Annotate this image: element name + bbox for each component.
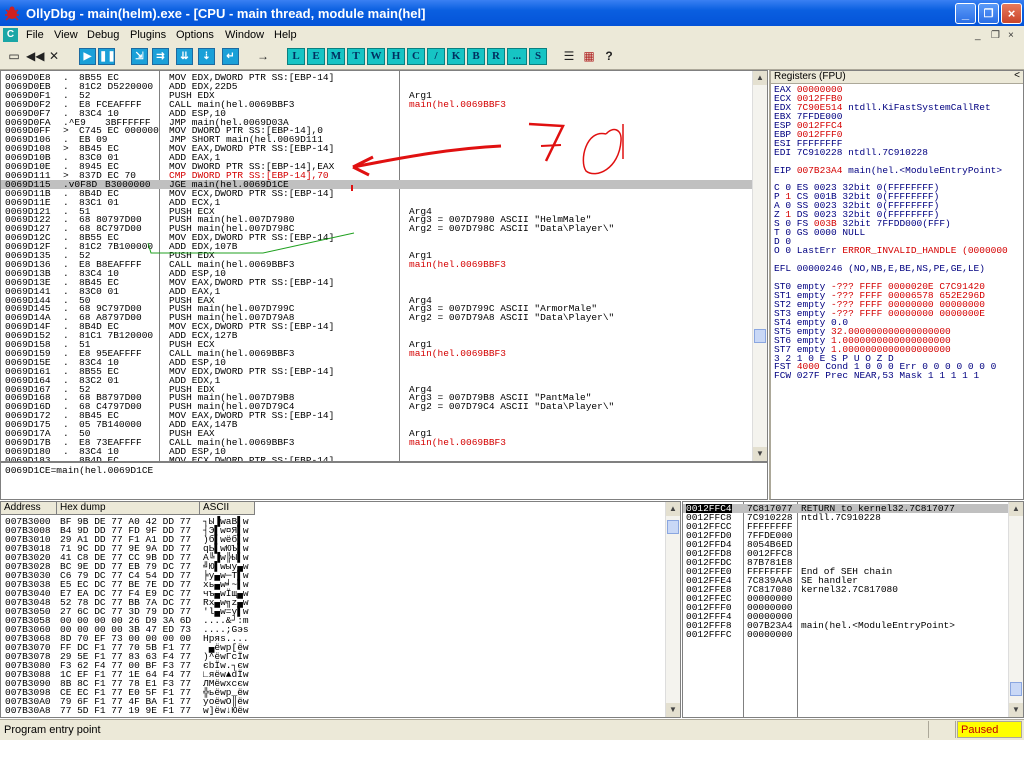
collapse-icon[interactable]: < xyxy=(1014,71,1020,81)
menu-view[interactable]: View xyxy=(54,29,78,41)
register-changed-value: ERROR_INVALID_HANDLE (0000000 xyxy=(842,245,1008,257)
stack-comment: ntdll.7C910228 xyxy=(801,512,881,523)
minimize-button[interactable]: _ xyxy=(955,3,976,24)
stack-row[interactable]: 0012FFD8 0012FFC8 xyxy=(683,549,1010,559)
title-bar[interactable]: OllyDbg - main(helm).exe - [CPU - main t… xyxy=(0,0,1024,26)
stack-comment: main(hel.<ModuleEntryPoint> xyxy=(801,620,955,631)
call-stack-window-button[interactable]: K xyxy=(447,48,465,65)
stack-row[interactable]: 0012FFC8 7C910228 ntdll.7C910228 xyxy=(683,512,1010,523)
log-window-button[interactable]: L xyxy=(287,48,305,65)
status-bar: Program entry point Paused xyxy=(0,719,1024,740)
info-line: 0069D1CE=main(hel.0069D1CE xyxy=(5,465,154,476)
dump-scrollbar[interactable]: ▲ ▼ xyxy=(665,502,680,717)
dump-header-hex[interactable]: Hex dump xyxy=(57,502,200,515)
patches-window-button[interactable]: / xyxy=(427,48,445,65)
register-line: EDI 7C910228 ntdll.7C910228 xyxy=(774,146,928,158)
registers-pane[interactable]: Registers (FPU) < EAX 00000000 ECX 0012FF… xyxy=(769,70,1024,500)
dump-ascii: w]ёw↓Юёw xyxy=(203,705,249,716)
modules-window-button[interactable]: E xyxy=(307,48,325,65)
mdi-close-button[interactable]: × xyxy=(1008,30,1014,41)
threads-window-button[interactable]: T xyxy=(347,48,365,65)
menu-window[interactable]: Window xyxy=(225,29,264,41)
stack-row[interactable]: 0012FFD0 7FFDE000 xyxy=(683,531,1010,541)
restore-button[interactable]: ❐ xyxy=(978,3,999,24)
register-line: FCW 027F Prec NEAR,53 Mask 1 1 1 1 1 xyxy=(774,370,980,382)
stack-pane[interactable]: 0012FFC4 7C817077 RETURN to kernel32.7C817… xyxy=(682,501,1024,718)
stack-row[interactable]: 0012FFE8 7C817080 kernel32.7C817080 xyxy=(683,584,1010,595)
dump-hex: 77 5D F1 77 19 9E F1 77 xyxy=(60,705,192,716)
dump-address: 007B30A8 xyxy=(5,705,51,716)
stack-row[interactable]: 0012FFF8 007B23A4 main(hel.<ModuleEntryPoi… xyxy=(683,620,1010,631)
mdi-minimize-button[interactable]: _ xyxy=(975,30,981,41)
register-line: O 0 LastErr ERROR_INVALID_HANDLE (000000… xyxy=(774,245,1008,257)
cpu-window-icon[interactable]: C xyxy=(3,28,18,42)
stack-comment: kernel32.7C817080 xyxy=(801,584,898,595)
step-into-icon[interactable]: ⇲ xyxy=(131,48,148,65)
windows-window-button[interactable]: W xyxy=(367,48,385,65)
stack-row[interactable]: 0012FFF0 00000000 xyxy=(683,603,1010,613)
run-trace-window-button[interactable]: ... xyxy=(507,48,527,65)
open-icon[interactable]: ▭ xyxy=(5,48,23,65)
annotation-text: 70 xyxy=(641,118,643,120)
breakpoints-window-button[interactable]: B xyxy=(467,48,485,65)
bug-app-icon xyxy=(5,6,19,21)
stack-row[interactable]: 0012FFD4 8054B6ED xyxy=(683,540,1010,550)
window-title: OllyDbg - main(helm).exe - [CPU - main t… xyxy=(26,6,426,21)
run-icon[interactable]: ▶ xyxy=(79,48,96,65)
handwritten-annotation: 70 xyxy=(147,118,643,254)
step-over-icon[interactable]: ⇉ xyxy=(152,48,169,65)
toolbar: ▭ ◀◀ ✕ ▶ ❚❚ ⇲ ⇉ ⇊ ⇣ ↵ → L E M T W H C / … xyxy=(0,45,1024,70)
menu-file[interactable]: File xyxy=(26,29,44,41)
help-icon[interactable]: ? xyxy=(600,48,618,65)
registers-title: Registers (FPU) xyxy=(774,71,846,82)
status-message: Program entry point xyxy=(4,724,101,736)
dump-pane[interactable]: Address Hex dump ASCII 007B3000 BF 9B DE … xyxy=(0,501,681,718)
grid-icon[interactable]: ▦ xyxy=(580,48,598,65)
stack-row[interactable]: 0012FFFC 00000000 xyxy=(683,629,1010,640)
menu-debug[interactable]: Debug xyxy=(87,29,119,41)
register-changed-value: -??? FFFF 00000000 0000000E xyxy=(831,307,985,319)
stack-row[interactable]: 0012FFCC FFFFFFFF xyxy=(683,522,1010,532)
menu-bar: C File View Debug Plugins Options Window… xyxy=(0,26,1024,46)
handles-window-button[interactable]: H xyxy=(387,48,405,65)
close-button[interactable]: × xyxy=(1001,3,1022,24)
references-window-button[interactable]: R xyxy=(487,48,505,65)
pause-icon[interactable]: ❚❚ xyxy=(98,48,116,65)
trace-into-icon[interactable]: ⇊ xyxy=(176,48,193,65)
disassembly-scrollbar[interactable]: ▲ ▼ xyxy=(752,71,767,461)
mdi-restore-button[interactable]: ❐ xyxy=(991,30,1000,41)
status-paused-badge: Paused xyxy=(957,721,1022,738)
list-icon[interactable]: ☰ xyxy=(560,48,578,65)
menu-help[interactable]: Help xyxy=(274,29,297,41)
disassembly-pane[interactable]: 0069D0E8. 8B55 EC MOV EDX,DWORD PTR SS:[EB… xyxy=(0,70,768,462)
register-line: EIP 007B23A4 main(hel.<ModuleEntryPoint> xyxy=(774,164,1003,176)
register-changed-value: 007B23A4 xyxy=(796,164,843,176)
stack-value: 00000000 xyxy=(747,629,793,640)
registers-header[interactable]: Registers (FPU) < xyxy=(771,71,1023,84)
restart-icon[interactable]: ◀◀ xyxy=(25,48,44,65)
execute-till-return-icon[interactable]: ↵ xyxy=(222,48,239,65)
memory-window-button[interactable]: M xyxy=(327,48,345,65)
trace-over-icon[interactable]: ⇣ xyxy=(198,48,215,65)
stack-scrollbar[interactable]: ▲ ▼ xyxy=(1008,502,1023,717)
stack-address: 0012FFFC xyxy=(686,629,732,640)
close-program-icon[interactable]: ✕ xyxy=(45,48,63,65)
dump-header-ascii[interactable]: ASCII xyxy=(200,502,255,515)
dump-header-address[interactable]: Address xyxy=(1,502,57,515)
menu-plugins[interactable]: Plugins xyxy=(130,29,166,41)
cpu-window-button[interactable]: C xyxy=(407,48,425,65)
info-pane: 0069D1CE=main(hel.0069D1CE xyxy=(0,462,768,500)
source-window-button[interactable]: S xyxy=(529,48,547,65)
stack-row[interactable]: 0012FFEC 00000000 xyxy=(683,594,1010,604)
register-line: EFL 00000246 (NO,NB,E,BE,NS,PE,GE,LE) xyxy=(774,263,985,274)
goto-icon[interactable]: → xyxy=(254,48,272,65)
dump-row[interactable]: 007B30A8 77 5D F1 77 19 9E F1 77 w]ёw↓Юёw xyxy=(1,705,667,716)
menu-options[interactable]: Options xyxy=(176,29,214,41)
